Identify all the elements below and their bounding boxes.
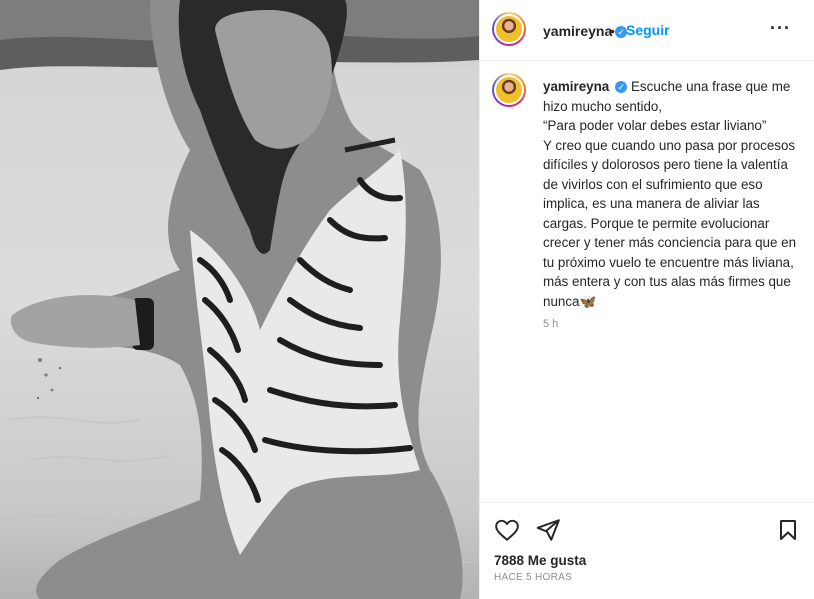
butterfly-emoji: 🦋	[579, 293, 597, 309]
post-sidebar: yamireyna ✓ • Seguir ··· yamireyna ✓ Escuc…	[479, 0, 814, 599]
post-caption: yamireyna ✓ Escuche una frase que me hizo…	[543, 77, 801, 311]
author-avatar[interactable]	[492, 12, 526, 46]
verified-badge-icon: ✓	[615, 81, 628, 94]
posted-time[interactable]: HACE 5 HORAS	[494, 572, 572, 583]
separator-dot: •	[610, 23, 615, 39]
paper-plane-icon[interactable]	[535, 517, 561, 548]
heart-icon[interactable]	[494, 517, 520, 548]
caption-time[interactable]: 5 h	[543, 318, 558, 330]
more-options-icon[interactable]: ···	[770, 18, 791, 39]
action-bar: 7888 Me gusta HACE 5 HORAS	[480, 502, 814, 599]
caption-username[interactable]: yamireyna	[543, 79, 609, 94]
author-username[interactable]: yamireyna	[543, 23, 612, 39]
follow-button[interactable]: Seguir	[626, 22, 670, 38]
instagram-post: yamireyna ✓ • Seguir ··· yamireyna ✓ Escuc…	[0, 0, 814, 599]
photo-illustration	[0, 0, 479, 599]
caption-line-3: Y creo que cuando uno pasa por procesos …	[543, 137, 797, 309]
bookmark-icon[interactable]	[776, 517, 800, 548]
post-header: yamireyna ✓ • Seguir ···	[480, 0, 814, 61]
caption-avatar[interactable]	[492, 73, 526, 107]
like-count[interactable]: 7888 Me gusta	[494, 553, 586, 568]
post-photo[interactable]	[0, 0, 479, 599]
figure-hands	[10, 295, 141, 348]
caption-line-2: “Para poder volar debes estar liviano”	[543, 118, 767, 133]
sand-drops	[36, 358, 62, 400]
